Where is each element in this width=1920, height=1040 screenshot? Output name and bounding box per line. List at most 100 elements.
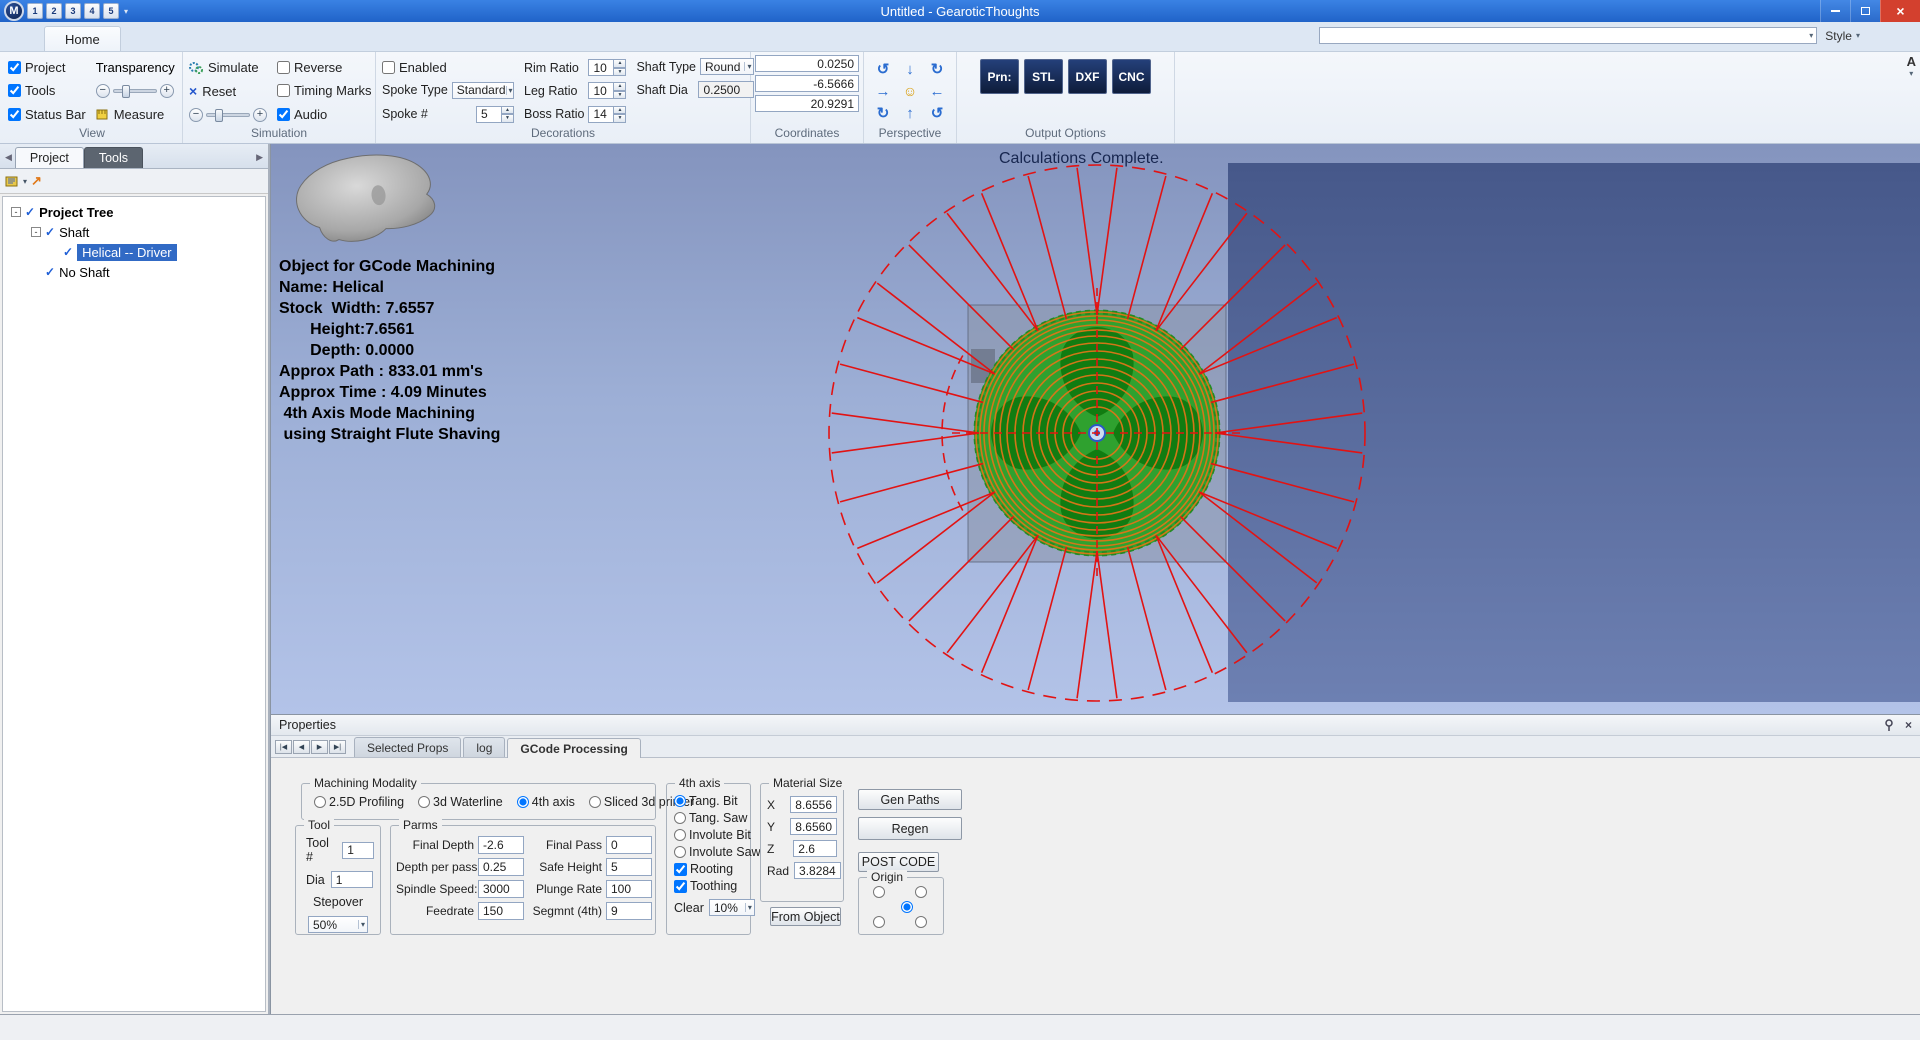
origin-center-radio[interactable] [901, 901, 913, 913]
font-button[interactable]: A ▾ [1907, 54, 1916, 78]
radio-3d-waterline[interactable]: 3d Waterline [418, 795, 503, 809]
scroll-left-icon[interactable]: ◀ [2, 152, 15, 168]
checkbox-enabled[interactable]: Enabled [382, 60, 514, 75]
stepover-dropdown[interactable]: 50%▾ [308, 916, 368, 933]
material-z-field[interactable]: 2.6 [793, 840, 837, 857]
final-pass-field[interactable]: 0 [606, 836, 652, 854]
material-x-field[interactable]: 8.6556 [790, 796, 837, 813]
coordinate-x-field[interactable]: 0.0250 [755, 55, 859, 72]
tree-options-icon[interactable] [5, 174, 19, 188]
pan-left-button[interactable]: ← [924, 81, 950, 102]
tree-item-helical[interactable]: ✓ Helical -- Driver [5, 242, 263, 262]
pin-icon[interactable] [1884, 719, 1895, 731]
shaft-type-dropdown[interactable]: Round▾ [700, 58, 754, 75]
tree-item-root[interactable]: - ✓ Project Tree [5, 202, 263, 222]
style-combobox[interactable]: ▾ [1319, 27, 1817, 44]
radio-tang-saw[interactable]: Tang. Saw [674, 811, 743, 825]
viewport-3d[interactable]: Calculations Complete. Object for GCode … [271, 144, 1920, 714]
origin-top-left-radio[interactable] [873, 886, 885, 898]
nav-prev-button[interactable]: ◀ [293, 740, 310, 754]
close-button[interactable]: × [1880, 0, 1920, 22]
tree-item-no-shaft[interactable]: ✓ No Shaft [5, 262, 263, 282]
quick-access-button-5[interactable]: 5 [103, 3, 119, 19]
slider-thumb[interactable] [215, 109, 223, 122]
plunge-rate-field[interactable]: 100 [606, 880, 652, 898]
final-depth-field[interactable]: -2.6 [478, 836, 524, 854]
spin-up-icon[interactable]: ▲ [614, 106, 626, 115]
scroll-right-icon[interactable]: ▶ [253, 152, 266, 168]
tab-tools[interactable]: Tools [84, 147, 143, 168]
rim-ratio-stepper[interactable]: 10▲▼ [588, 59, 626, 76]
tab-home[interactable]: Home [44, 26, 121, 51]
tilt-ccw-button[interactable]: ↺ [924, 103, 950, 124]
quick-access-button-3[interactable]: 3 [65, 3, 81, 19]
spoke-type-dropdown[interactable]: Standard▾ [452, 82, 514, 99]
expander-icon[interactable]: - [11, 207, 21, 217]
radio-involute-bit[interactable]: Involute Bit [674, 828, 743, 842]
tab-selected-props[interactable]: Selected Props [354, 737, 461, 757]
style-dropdown[interactable]: Style▾ [1825, 29, 1860, 43]
clear-dropdown[interactable]: 10%▾ [709, 899, 755, 916]
spin-down-icon[interactable]: ▼ [614, 114, 626, 123]
slider-thumb[interactable] [122, 85, 130, 98]
spin-down-icon[interactable]: ▼ [614, 68, 626, 77]
slider-minus-icon[interactable]: − [96, 84, 110, 98]
gen-paths-button[interactable]: Gen Paths [858, 789, 962, 810]
checkbox-audio[interactable]: Audio [277, 107, 372, 122]
print-output-button[interactable]: Prn: [980, 59, 1019, 94]
tool-dia-field[interactable]: 1 [331, 871, 373, 888]
tab-project[interactable]: Project [15, 147, 84, 168]
quick-access-caret-icon[interactable]: ▾ [122, 7, 128, 16]
minimize-button[interactable] [1820, 0, 1850, 22]
shaft-dia-field[interactable]: 0.2500 [698, 81, 754, 98]
feedrate-field[interactable]: 150 [478, 902, 524, 920]
material-rad-field[interactable]: 3.8284 [794, 862, 841, 879]
slider-minus-icon[interactable]: − [189, 108, 203, 122]
depth-per-pass-field[interactable]: 0.25 [478, 858, 524, 876]
pan-down-button[interactable]: ↓ [897, 59, 923, 80]
origin-bottom-right-radio[interactable] [915, 916, 927, 928]
simulate-button[interactable]: Simulate [189, 60, 267, 75]
regen-button[interactable]: Regen [858, 817, 962, 840]
checkbox-reverse[interactable]: Reverse [277, 60, 372, 75]
leg-ratio-stepper[interactable]: 10▲▼ [588, 82, 626, 99]
quick-access-button-4[interactable]: 4 [84, 3, 100, 19]
slider-plus-icon[interactable]: + [160, 84, 174, 98]
nav-last-button[interactable]: ▶| [329, 740, 346, 754]
radio-involute-saw[interactable]: Involute Saw [674, 845, 743, 859]
expander-icon[interactable]: - [31, 227, 41, 237]
chevron-down-icon[interactable]: ▾ [23, 177, 27, 186]
checkbox-tools[interactable]: Tools [8, 83, 86, 98]
origin-bottom-left-radio[interactable] [873, 916, 885, 928]
tab-gcode-processing[interactable]: GCode Processing [507, 738, 640, 758]
slider-plus-icon[interactable]: + [253, 108, 267, 122]
spin-up-icon[interactable]: ▲ [614, 82, 626, 91]
spindle-speed-field[interactable]: 3000 [478, 880, 524, 898]
transparency-slider[interactable]: − + [96, 84, 175, 98]
reset-button[interactable]: × Reset [189, 83, 267, 99]
segment-4th-field[interactable]: 9 [606, 902, 652, 920]
tool-number-field[interactable]: 1 [342, 842, 374, 859]
post-code-button[interactable]: POST CODE [858, 852, 939, 872]
spin-up-icon[interactable]: ▲ [614, 59, 626, 68]
checkbox-project[interactable]: Project [8, 60, 86, 75]
spin-up-icon[interactable]: ▲ [502, 106, 514, 115]
material-y-field[interactable]: 8.6560 [790, 818, 837, 835]
checkbox-status-bar[interactable]: Status Bar [8, 107, 86, 122]
from-object-button[interactable]: From Object [770, 907, 841, 926]
popout-icon[interactable]: ↗ [31, 173, 42, 189]
maximize-button[interactable] [1850, 0, 1880, 22]
measure-button[interactable]: Measure [96, 107, 175, 122]
nav-next-button[interactable]: ▶ [311, 740, 328, 754]
reset-view-button[interactable]: ☺ [897, 81, 923, 102]
radio-25d-profiling[interactable]: 2.5D Profiling [314, 795, 404, 809]
checkbox-rooting[interactable]: Rooting [674, 862, 743, 876]
nav-first-button[interactable]: |◀ [275, 740, 292, 754]
origin-top-right-radio[interactable] [915, 886, 927, 898]
cnc-output-button[interactable]: CNC [1112, 59, 1151, 94]
tilt-cw-button[interactable]: ↻ [870, 103, 896, 124]
spoke-count-stepper[interactable]: 5▲▼ [476, 106, 514, 123]
tab-log[interactable]: log [463, 737, 505, 757]
coordinate-z-field[interactable]: 20.9291 [755, 95, 859, 112]
pan-right-button[interactable]: → [870, 81, 896, 102]
